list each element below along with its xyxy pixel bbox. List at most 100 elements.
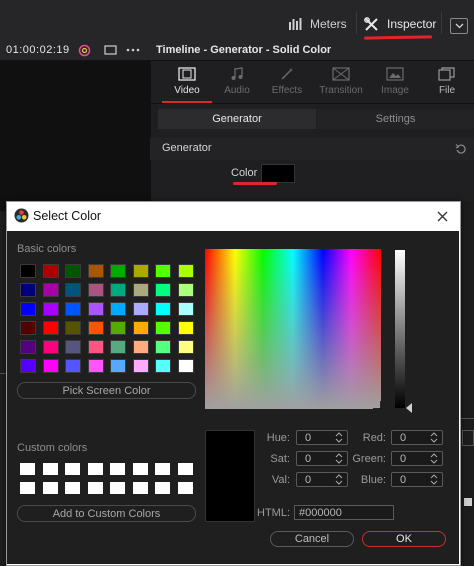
basic-color-swatch[interactable] (155, 321, 171, 335)
dialog-close-button[interactable] (433, 207, 451, 225)
basic-color-swatch[interactable] (155, 302, 171, 316)
custom-color-swatch[interactable] (155, 482, 170, 494)
chevron-down-button[interactable] (450, 18, 468, 34)
basic-color-swatch[interactable] (110, 321, 126, 335)
basic-color-swatch[interactable] (65, 359, 81, 373)
tab-image[interactable]: Image (368, 67, 422, 101)
custom-color-swatch[interactable] (177, 463, 193, 475)
basic-color-swatch[interactable] (177, 359, 194, 373)
custom-color-swatch[interactable] (132, 482, 148, 494)
basic-color-swatch[interactable] (20, 264, 36, 278)
tab-file[interactable]: File (420, 67, 474, 101)
spin-arrows[interactable] (335, 432, 343, 443)
basic-color-swatch[interactable] (132, 283, 149, 297)
basic-color-swatch[interactable] (177, 302, 194, 316)
basic-color-swatch[interactable] (20, 359, 36, 373)
basic-color-swatch[interactable] (87, 302, 104, 316)
basic-color-swatch[interactable] (87, 264, 104, 278)
basic-color-swatch[interactable] (20, 321, 36, 335)
basic-color-swatch[interactable] (87, 321, 104, 335)
green-spinbox[interactable]: 0 (391, 451, 443, 466)
basic-color-swatch[interactable] (110, 283, 126, 297)
basic-color-swatch[interactable] (132, 264, 149, 278)
basic-color-swatch[interactable] (110, 359, 126, 373)
viewer-size-button[interactable] (103, 43, 117, 57)
basic-color-swatch[interactable] (177, 264, 194, 278)
picker-crosshair[interactable] (373, 401, 381, 409)
basic-color-swatch[interactable] (132, 340, 149, 354)
basic-color-swatch[interactable] (65, 340, 81, 354)
custom-color-swatch[interactable] (132, 463, 148, 475)
basic-color-swatch[interactable] (42, 359, 59, 373)
basic-color-swatch[interactable] (110, 264, 126, 278)
custom-color-swatch[interactable] (42, 463, 58, 475)
subtab-generator[interactable]: Generator (158, 109, 316, 129)
luminance-slider[interactable] (395, 250, 405, 408)
custom-color-swatch[interactable] (20, 463, 35, 475)
basic-color-swatch[interactable] (110, 302, 126, 316)
basic-color-swatch[interactable] (20, 283, 36, 297)
custom-color-swatch[interactable] (20, 482, 35, 494)
val-spinbox[interactable]: 0 (296, 472, 348, 487)
custom-color-swatch[interactable] (155, 463, 170, 475)
tab-video[interactable]: Video (160, 67, 214, 101)
basic-color-swatch[interactable] (42, 302, 59, 316)
basic-color-swatch[interactable] (155, 283, 171, 297)
basic-color-swatch[interactable] (20, 340, 36, 354)
custom-color-swatch[interactable] (177, 482, 193, 494)
spin-arrows[interactable] (335, 474, 343, 485)
custom-color-swatch[interactable] (65, 482, 80, 494)
spin-arrows[interactable] (430, 432, 438, 443)
basic-color-swatch[interactable] (132, 321, 149, 335)
tab-transition[interactable]: Transition (314, 67, 368, 101)
basic-color-swatch[interactable] (87, 283, 104, 297)
basic-color-swatch[interactable] (65, 302, 81, 316)
custom-color-swatch[interactable] (65, 463, 80, 475)
reset-icon[interactable] (455, 143, 467, 155)
basic-color-swatch[interactable] (42, 283, 59, 297)
basic-color-swatch[interactable] (87, 359, 104, 373)
basic-color-swatch[interactable] (132, 302, 149, 316)
custom-color-swatch[interactable] (87, 463, 103, 475)
color-wheel-button[interactable] (77, 43, 91, 57)
custom-color-swatch[interactable] (110, 463, 125, 475)
basic-color-swatch[interactable] (177, 283, 194, 297)
spin-arrows[interactable] (430, 453, 438, 464)
sat-spinbox[interactable]: 0 (296, 451, 348, 466)
tab-effects[interactable]: Effects (260, 67, 314, 101)
basic-color-swatch[interactable] (42, 321, 59, 335)
html-hex-input[interactable]: #000000 (294, 505, 394, 520)
basic-color-swatch[interactable] (155, 359, 171, 373)
blue-spinbox[interactable]: 0 (391, 472, 443, 487)
basic-color-swatch[interactable] (177, 340, 194, 354)
red-spinbox[interactable]: 0 (391, 430, 443, 445)
hue-spinbox[interactable]: 0 (296, 430, 348, 445)
hue-saturation-picker[interactable] (205, 249, 381, 409)
basic-color-swatch[interactable] (65, 321, 81, 335)
tab-audio[interactable]: Audio (210, 67, 264, 101)
custom-color-swatch[interactable] (42, 482, 58, 494)
basic-color-swatch[interactable] (65, 264, 81, 278)
add-to-custom-colors-button[interactable]: Add to Custom Colors (17, 505, 196, 522)
basic-color-swatch[interactable] (42, 340, 59, 354)
basic-color-swatch[interactable] (20, 302, 36, 316)
color-property-swatch[interactable] (261, 164, 295, 183)
luminance-slider-handle[interactable] (406, 403, 412, 413)
basic-color-swatch[interactable] (110, 340, 126, 354)
inspector-button[interactable]: Inspector (364, 14, 436, 34)
basic-color-swatch[interactable] (132, 359, 149, 373)
cancel-button[interactable]: Cancel (270, 531, 354, 547)
basic-color-swatch[interactable] (87, 340, 104, 354)
basic-color-swatch[interactable] (177, 321, 194, 335)
custom-color-swatch[interactable] (110, 482, 125, 494)
custom-color-swatch[interactable] (87, 482, 103, 494)
spin-arrows[interactable] (430, 474, 438, 485)
basic-color-swatch[interactable] (155, 340, 171, 354)
ok-button[interactable]: OK (362, 531, 446, 547)
subtab-settings[interactable]: Settings (317, 109, 474, 129)
basic-color-swatch[interactable] (65, 283, 81, 297)
more-options-button[interactable] (126, 43, 140, 57)
basic-color-swatch[interactable] (155, 264, 171, 278)
basic-color-swatch[interactable] (42, 264, 59, 278)
spin-arrows[interactable] (335, 453, 343, 464)
